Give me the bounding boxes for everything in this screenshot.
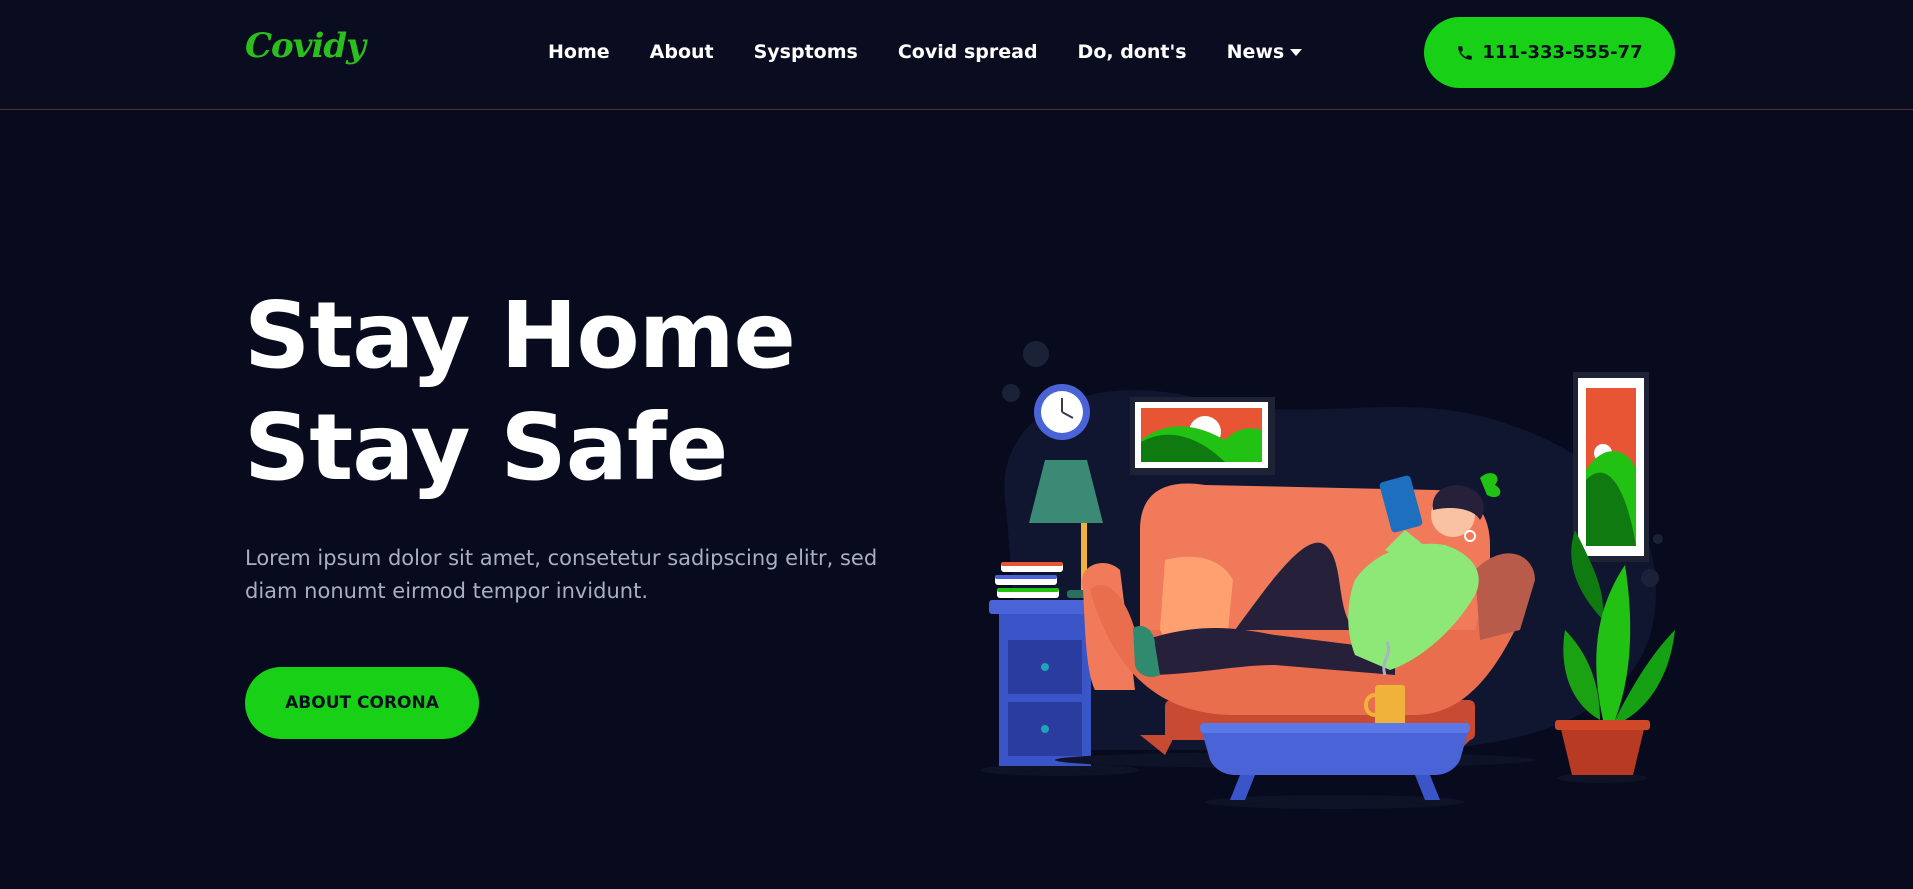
- phone-button[interactable]: 111-333-555-77: [1424, 17, 1675, 88]
- main-nav: Home About Sysptoms Covid spread Do, don…: [548, 41, 1303, 63]
- phone-icon: [1458, 45, 1473, 60]
- phone-number: 111-333-555-77: [1482, 42, 1643, 63]
- hero-description: Lorem ipsum dolor sit amet, consetetur s…: [245, 546, 878, 603]
- portrait-picture: [1573, 372, 1649, 562]
- hero-title: Stay Home Stay Safe: [244, 282, 796, 501]
- nav-item-home[interactable]: Home: [548, 41, 610, 63]
- about-corona-button[interactable]: ABOUT CORONA: [245, 667, 479, 739]
- stay-home-illustration: [980, 341, 1675, 809]
- caret-down-icon: [1290, 48, 1303, 56]
- books-icon: [995, 562, 1063, 598]
- nav-item-news-label: News: [1226, 41, 1285, 63]
- decor-dot: [1653, 534, 1663, 544]
- site-header: Covidy Home About Sysptoms Covid spread …: [0, 0, 1913, 110]
- nav-item-covid-spread[interactable]: Covid spread: [898, 41, 1038, 63]
- decor-dot: [1002, 384, 1020, 402]
- coffee-table: [1200, 723, 1470, 809]
- nav-item-dos-donts[interactable]: Do, dont's: [1078, 41, 1187, 63]
- decor-dot: [1641, 569, 1659, 587]
- nav-item-symptoms[interactable]: Sysptoms: [754, 41, 858, 63]
- decor-dot: [1023, 341, 1049, 367]
- landscape-picture: [1130, 397, 1275, 475]
- nav-item-about[interactable]: About: [650, 41, 714, 63]
- logo[interactable]: Covidy: [245, 26, 366, 66]
- clock-icon: [1034, 384, 1090, 440]
- nav-item-news[interactable]: News: [1227, 41, 1303, 63]
